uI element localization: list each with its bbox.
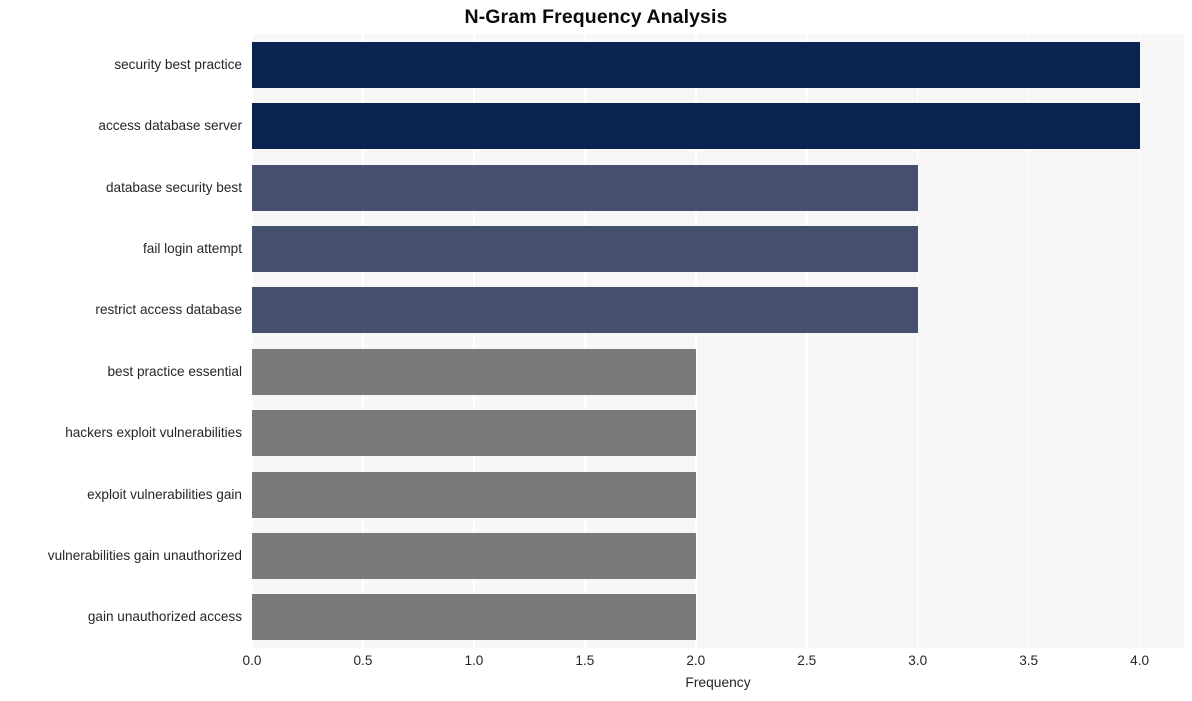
x-tick-label: 3.0 bbox=[908, 653, 928, 668]
bar[interactable] bbox=[252, 471, 696, 518]
y-tick-label: vulnerabilities gain unauthorized bbox=[47, 547, 242, 563]
bar[interactable] bbox=[252, 594, 696, 641]
y-tick-label: security best practice bbox=[114, 56, 242, 72]
x-axis-label: Frequency bbox=[685, 675, 751, 690]
y-tick-label: restrict access database bbox=[95, 302, 242, 318]
chart-title: N-Gram Frequency Analysis bbox=[464, 6, 728, 28]
x-tick-label: 3.5 bbox=[1019, 653, 1039, 668]
x-tick-label: 0.0 bbox=[242, 653, 262, 668]
y-axis-tick-labels: security best practice access database se… bbox=[0, 34, 252, 648]
bar[interactable] bbox=[252, 41, 1140, 88]
x-tick-label: 1.5 bbox=[575, 653, 595, 668]
y-tick-label: database security best bbox=[105, 179, 242, 195]
bar[interactable] bbox=[252, 287, 918, 334]
bar[interactable] bbox=[252, 164, 918, 211]
x-axis-tick-labels: 0.0 0.5 1.0 1.5 2.0 2.5 3.0 3.5 4.0 bbox=[243, 652, 1184, 674]
bar[interactable] bbox=[252, 410, 696, 457]
ngram-frequency-chart: N-Gram Frequency Analysis security best … bbox=[0, 0, 1192, 701]
y-tick-label: access database server bbox=[98, 118, 242, 134]
plot-area bbox=[251, 34, 1184, 648]
x-tick-label: 0.5 bbox=[353, 653, 373, 668]
bar[interactable] bbox=[252, 103, 1140, 150]
bar[interactable] bbox=[252, 348, 696, 395]
bar[interactable] bbox=[252, 225, 918, 272]
x-tick-label: 2.5 bbox=[797, 653, 817, 668]
x-tick-label: 2.0 bbox=[686, 653, 706, 668]
x-tick-label: 4.0 bbox=[1130, 653, 1150, 668]
y-tick-label: best practice essential bbox=[107, 363, 243, 379]
y-tick-label: exploit vulnerabilities gain bbox=[87, 486, 242, 502]
y-tick-label: hackers exploit vulnerabilities bbox=[65, 425, 242, 441]
y-tick-label: fail login attempt bbox=[143, 240, 242, 256]
x-tick-label: 1.0 bbox=[464, 653, 484, 668]
y-tick-label: gain unauthorized access bbox=[87, 609, 242, 625]
bar[interactable] bbox=[252, 532, 696, 579]
